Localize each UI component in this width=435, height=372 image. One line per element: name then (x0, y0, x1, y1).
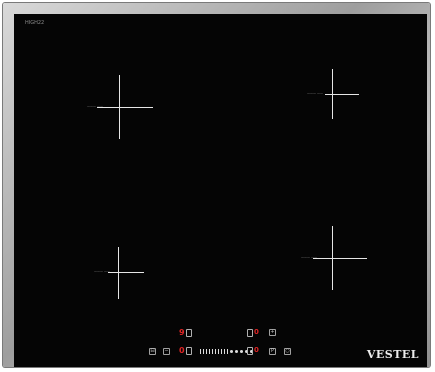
power-button[interactable]: ○ (284, 348, 291, 355)
cooking-zone-front-left[interactable]: ——— —— (94, 247, 144, 299)
zone-power-display-top: 9 (179, 328, 185, 337)
lock-button[interactable]: ⊟ (149, 348, 156, 355)
cooking-zone-front-right[interactable]: ——— —— (301, 226, 367, 290)
zone-power-display-top-right: 0 (254, 328, 259, 336)
zone-crosshair-horizontal (97, 107, 153, 108)
zone-crosshair-horizontal (108, 272, 144, 273)
zone-select-button-bottom-left[interactable] (186, 347, 192, 355)
zone-label: ——— —— (307, 91, 323, 95)
zone-power-display-bottom: 0 (179, 346, 185, 355)
zone-label: ——— —— (87, 104, 103, 108)
cooktop-glass: HIGH22 ——— —— ——— —— ——— —— ——— —— 9 0 +… (14, 14, 427, 367)
zone-select-button-top-left[interactable] (186, 329, 192, 337)
minus-button[interactable]: − (163, 348, 170, 355)
zone-label: ——— —— (301, 255, 317, 259)
zone-crosshair-vertical (118, 247, 119, 299)
power-slider[interactable] (200, 349, 253, 354)
zone-select-button-top-right[interactable] (247, 329, 253, 337)
cooktop-frame: HIGH22 ——— —— ——— —— ——— —— ——— —— 9 0 +… (3, 3, 430, 367)
cooking-zone-rear-left[interactable]: ——— —— (87, 75, 153, 139)
timer-button[interactable]: P (269, 348, 276, 355)
cooking-zone-rear-right[interactable]: ——— —— (307, 69, 359, 119)
zone-crosshair-horizontal (325, 94, 359, 95)
zone-select-button-bottom-right[interactable] (247, 347, 253, 355)
zone-power-display-bottom-right: 0 (254, 346, 259, 354)
model-number: HIGH22 (25, 20, 45, 26)
zone-crosshair-horizontal (313, 258, 367, 259)
zone-label: ——— —— (94, 269, 110, 273)
plus-button[interactable]: + (269, 329, 276, 336)
brand-logo: VESTEL (366, 348, 419, 361)
